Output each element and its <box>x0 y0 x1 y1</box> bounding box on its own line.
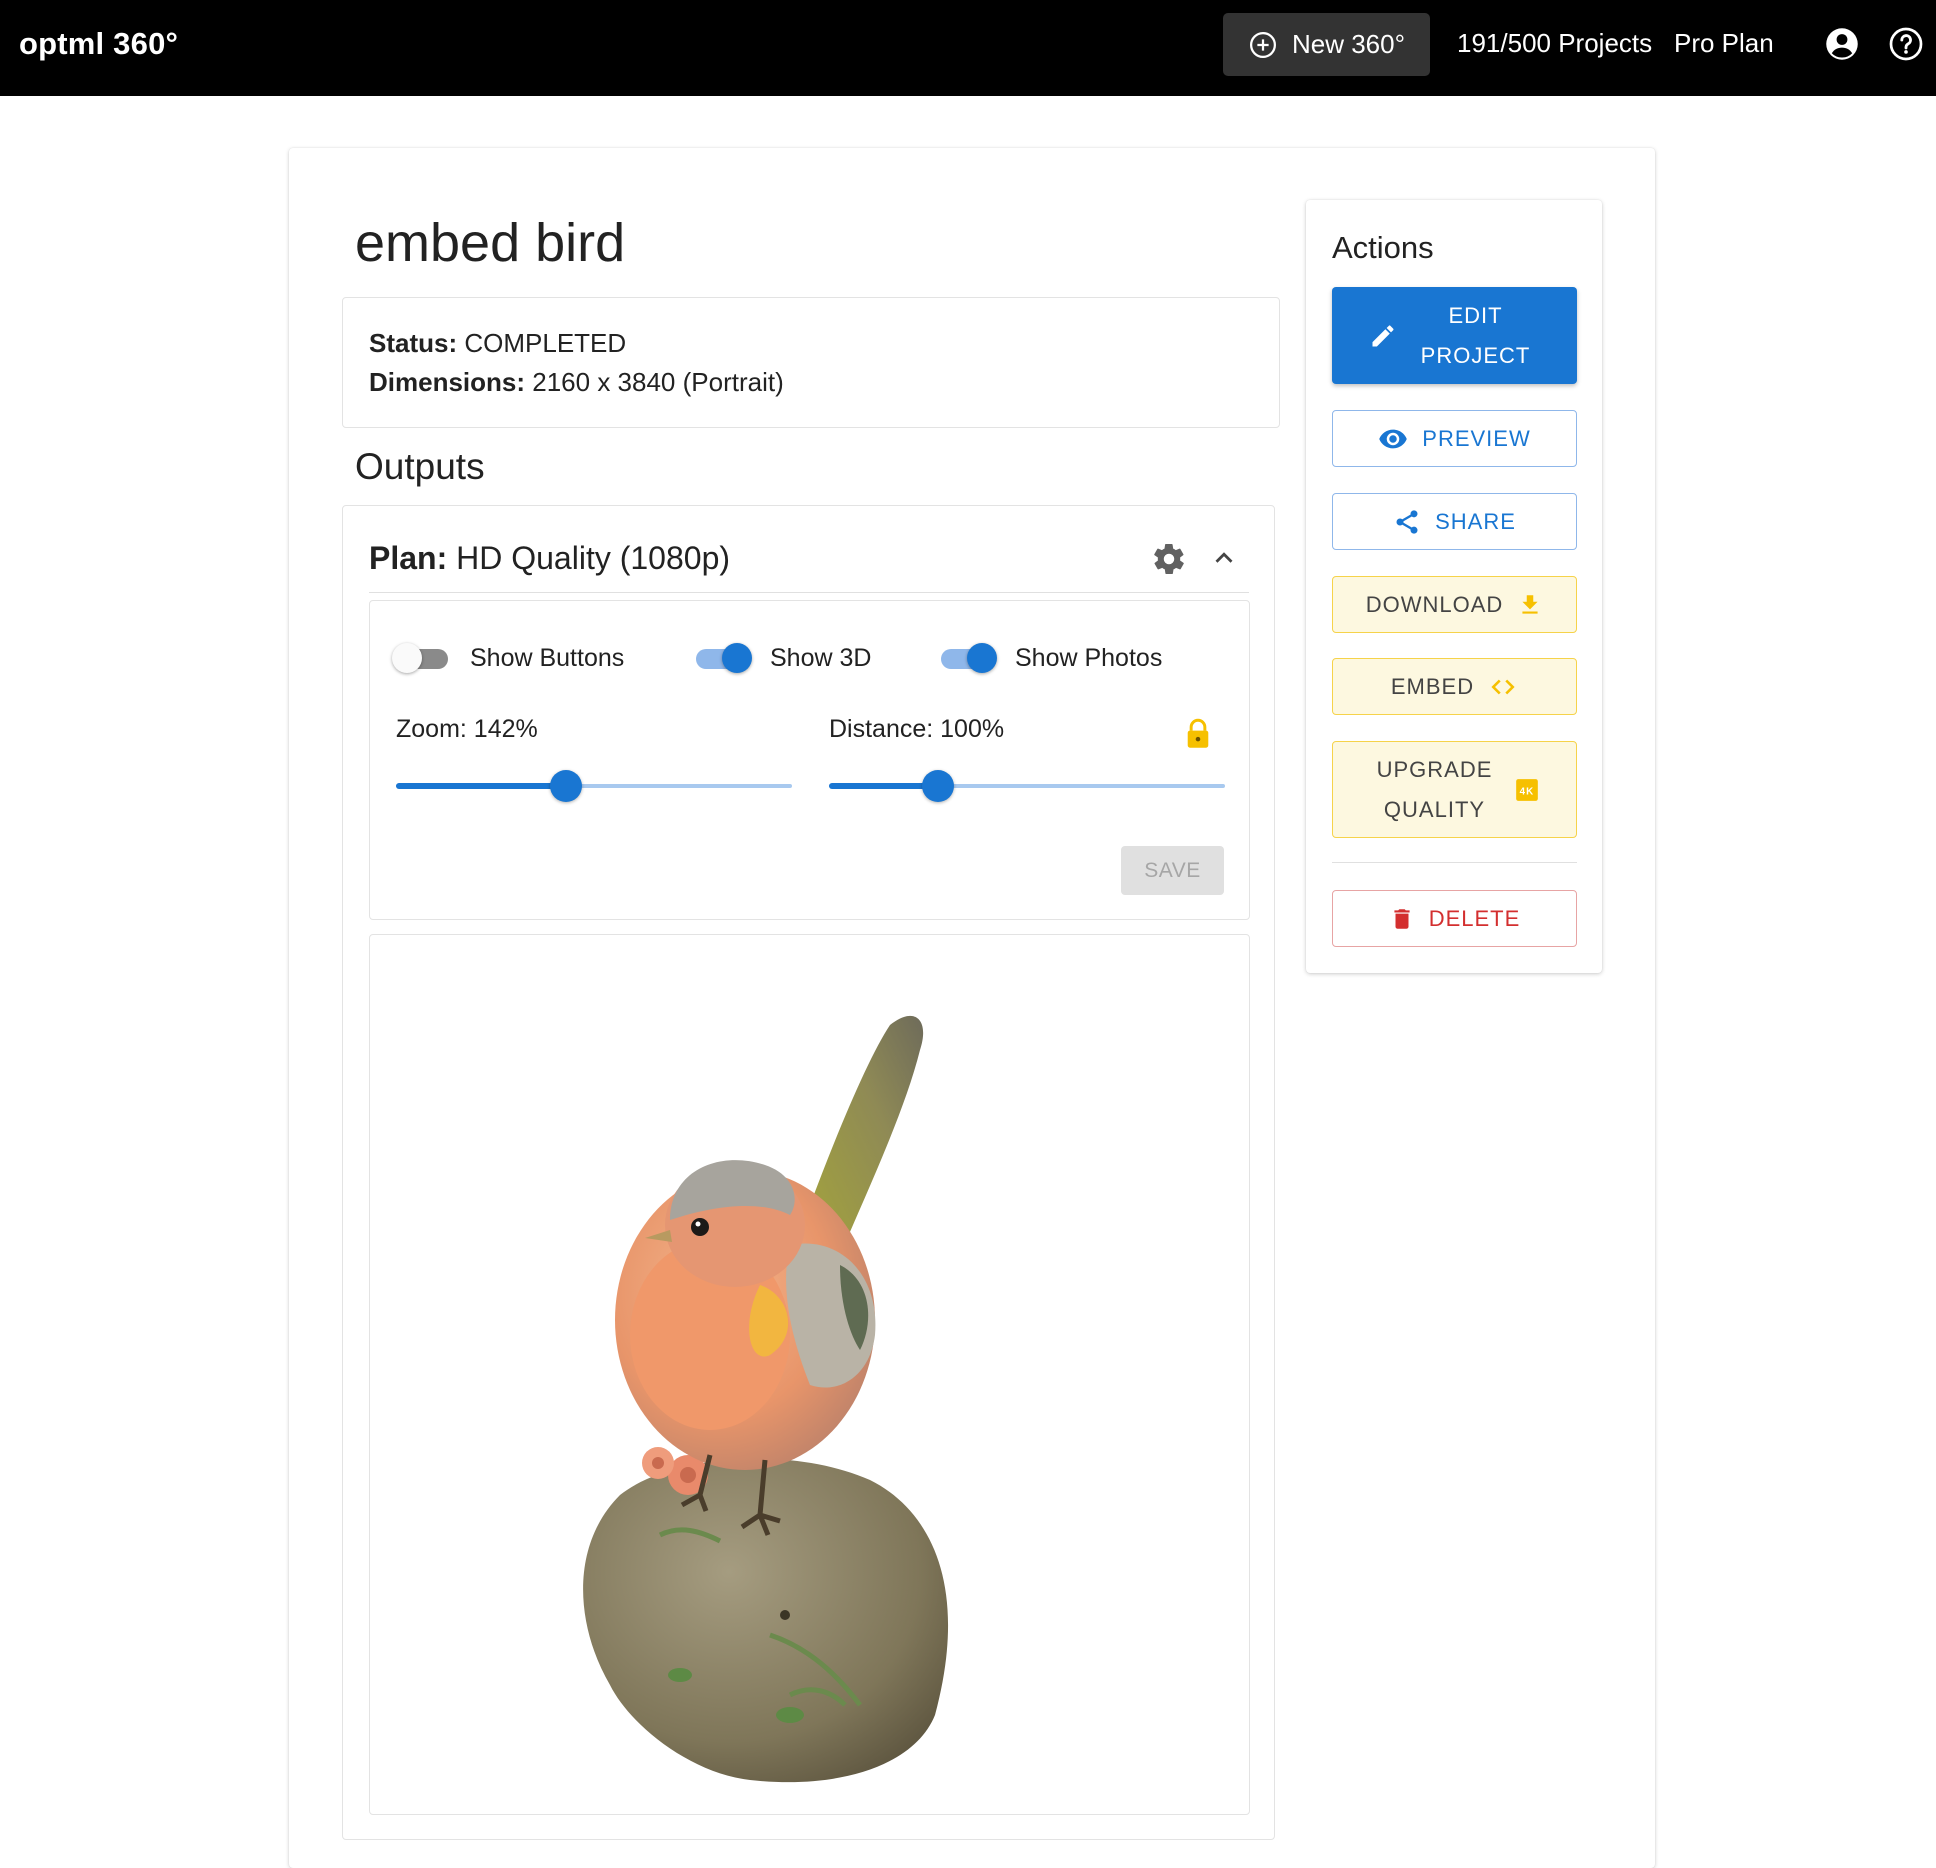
download-button[interactable]: DOWNLOAD <box>1332 576 1577 633</box>
zoom-slider-thumb[interactable] <box>550 770 583 802</box>
project-title: embed bird <box>355 213 626 273</box>
output-settings: Show Buttons Show 3D Show Photos Zoom: 1… <box>369 600 1250 920</box>
chevron-up-icon[interactable] <box>1209 543 1239 573</box>
toggle-show-photos[interactable]: Show Photos <box>937 641 1162 675</box>
show-3d-label: Show 3D <box>770 643 872 672</box>
eye-icon <box>1379 429 1408 448</box>
new-360-label: New 360° <box>1291 29 1405 59</box>
delete-label: DELETE <box>1428 905 1521 931</box>
plan-name[interactable]: Pro Plan <box>1674 28 1774 59</box>
distance-slider-thumb[interactable] <box>921 770 954 802</box>
embed-button[interactable]: EMBED <box>1332 658 1577 715</box>
share-button[interactable]: SHARE <box>1332 493 1577 550</box>
plan-row: Plan: HD Quality (1080p) <box>369 540 730 577</box>
embed-label: EMBED <box>1390 673 1475 699</box>
save-button[interactable]: SAVE <box>1121 846 1224 895</box>
show-3d-switch[interactable] <box>692 641 752 675</box>
show-photos-switch[interactable] <box>937 641 997 675</box>
upgrade-quality-label: UPGRADE QUALITY <box>1376 756 1493 822</box>
show-photos-label: Show Photos <box>1015 643 1163 672</box>
upgrade-quality-button[interactable]: UPGRADE QUALITY 4K <box>1332 741 1577 838</box>
help-circle-icon[interactable] <box>1888 26 1924 62</box>
dimensions-row: Dimensions: 2160 x 3840 (Portrait) <box>369 367 784 398</box>
lock-icon[interactable] <box>1184 718 1212 750</box>
status-row: Status: COMPLETED <box>369 328 626 359</box>
outputs-heading: Outputs <box>355 446 485 487</box>
toggle-show-3d[interactable]: Show 3D <box>692 641 871 675</box>
edit-project-label: EDIT PROJECT <box>1420 302 1531 368</box>
share-label: SHARE <box>1435 508 1516 534</box>
projects-count[interactable]: 191/500 Projects <box>1457 28 1652 59</box>
code-icon <box>1491 679 1515 694</box>
top-app-bar: optml 360° New 360° 191/500 Projects Pro… <box>0 0 1936 96</box>
account-circle-icon[interactable] <box>1824 26 1860 62</box>
toggle-show-buttons[interactable]: Show Buttons <box>392 641 624 675</box>
status-label: Status: <box>369 328 458 358</box>
download-label: DOWNLOAD <box>1365 591 1504 617</box>
actions-panel: Actions EDIT PROJECT PREVIEW SHARE DOWNL… <box>1306 200 1602 973</box>
edit-project-button[interactable]: EDIT PROJECT <box>1332 287 1577 384</box>
upgrade-badge-text: 4K <box>1519 786 1534 797</box>
show-buttons-switch[interactable] <box>392 641 452 675</box>
dimensions-value: 2160 x 3840 (Portrait) <box>532 367 784 397</box>
bird-render-image <box>583 1015 949 1783</box>
delete-button[interactable]: DELETE <box>1332 890 1577 947</box>
new-360-button[interactable]: New 360° <box>1223 13 1430 76</box>
trash-icon <box>1394 908 1410 929</box>
output-card: Plan: HD Quality (1080p) Show Buttons Sh… <box>342 505 1275 1840</box>
download-icon <box>1522 594 1538 614</box>
4k-icon: 4K <box>1515 778 1538 801</box>
zoom-label: Zoom: 142% <box>396 715 538 743</box>
brand-logo[interactable]: optml 360° <box>19 26 178 62</box>
zoom-slider[interactable] <box>396 769 792 803</box>
actions-divider <box>1332 862 1577 863</box>
dimensions-label: Dimensions: <box>369 367 526 397</box>
plus-circle-icon <box>1249 31 1276 58</box>
actions-heading: Actions <box>1332 230 1434 265</box>
gear-icon[interactable] <box>1151 541 1187 577</box>
share-icon <box>1396 509 1418 534</box>
status-value: COMPLETED <box>464 328 627 358</box>
distance-label: Distance: 100% <box>829 715 1005 743</box>
output-preview[interactable] <box>369 934 1250 1815</box>
plan-value: HD Quality (1080p) <box>456 540 731 576</box>
plan-label: Plan: <box>369 540 448 576</box>
plan-divider <box>369 592 1249 593</box>
distance-slider[interactable] <box>829 769 1225 803</box>
project-info: Status: COMPLETED Dimensions: 2160 x 384… <box>342 297 1280 428</box>
pencil-icon <box>1372 324 1393 346</box>
show-buttons-label: Show Buttons <box>470 643 625 672</box>
preview-button[interactable]: PREVIEW <box>1332 410 1577 467</box>
preview-label: PREVIEW <box>1422 425 1531 451</box>
